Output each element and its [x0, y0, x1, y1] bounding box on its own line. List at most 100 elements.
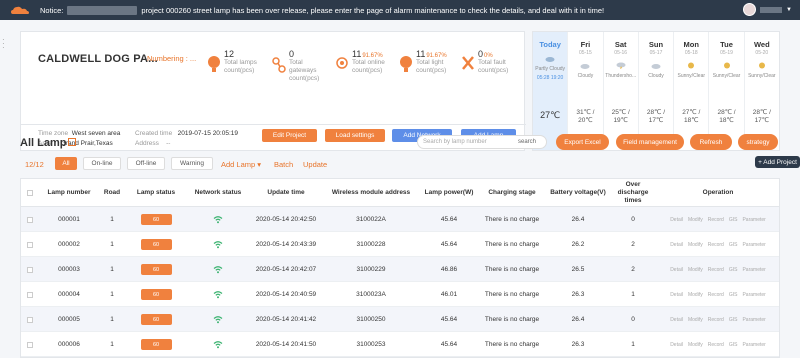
lamp-status-badge[interactable]: 60: [140, 314, 172, 325]
op-parameter-link[interactable]: Parameter: [742, 217, 765, 223]
lamp-status-badge[interactable]: 60: [140, 264, 172, 275]
road: 1: [110, 316, 114, 323]
lamp-status-badge[interactable]: 60: [140, 339, 172, 350]
op-gis-link[interactable]: GIS: [729, 267, 738, 273]
row-checkbox[interactable]: [21, 307, 39, 332]
op-detail-link[interactable]: Detail: [670, 292, 683, 298]
wireless-address: 31000250: [356, 316, 386, 323]
project-name: CALDWELL DOG PA...: [38, 53, 158, 65]
charging-stage: There is no charge: [484, 341, 540, 348]
strategy-button[interactable]: strategy: [738, 134, 778, 150]
op-modify-link[interactable]: Modify: [688, 217, 703, 223]
filter-warning[interactable]: Warning: [171, 157, 213, 170]
stat-value: 0: [289, 49, 295, 59]
op-gis-link[interactable]: GIS: [729, 217, 738, 223]
drag-handle-icon[interactable]: · · ·: [2, 36, 5, 52]
gateway-icon: [272, 57, 286, 73]
table-row[interactable]: 000006 1 60 2020-05-14 20:41:50 31000253 45.6…: [21, 332, 779, 357]
row-checkbox[interactable]: [21, 332, 39, 357]
add-lamp-dropdown[interactable]: Add Lamp ▾: [221, 160, 261, 169]
stat-label: count(pcs): [289, 75, 320, 82]
op-parameter-link[interactable]: Parameter: [742, 267, 765, 273]
stat-label: Total lamps: [224, 59, 257, 66]
refresh-button[interactable]: Refresh: [690, 134, 732, 150]
table-row[interactable]: 000003 1 60 2020-05-14 20:42:07 31000229 46.8…: [21, 257, 779, 282]
sunset: 19:20: [550, 75, 564, 81]
op-record-link[interactable]: Record: [708, 217, 724, 223]
lamp-status-badge[interactable]: 60: [140, 214, 172, 225]
row-checkbox[interactable]: [21, 257, 39, 282]
table-row[interactable]: 000004 1 60 2020-05-14 20:40:59 3100023A 46.0…: [21, 282, 779, 307]
op-detail-link[interactable]: Detail: [670, 317, 683, 323]
field-management-button[interactable]: Field management: [616, 134, 684, 150]
time-zone: Time zone West seven area: [38, 130, 120, 137]
battery-voltage: 26.3: [571, 291, 585, 298]
op-gis-link[interactable]: GIS: [729, 292, 738, 298]
op-detail-link[interactable]: Detail: [670, 242, 683, 248]
export-excel-button[interactable]: Export Excel: [556, 134, 609, 150]
notice-text[interactable]: project 000260 street lamp has been over…: [141, 6, 604, 15]
op-modify-link[interactable]: Modify: [688, 267, 703, 273]
add-project-tooltip[interactable]: + Add Project: [755, 156, 800, 168]
col-battery-voltage: Battery voltage(V): [550, 189, 606, 196]
filter-all[interactable]: All: [55, 157, 77, 170]
weather-day-today: Today Partly Cloudy 05:28 19:20 27℃: [533, 32, 569, 150]
stat-label: count(pcs): [352, 67, 383, 74]
stat-value: 11: [416, 49, 426, 59]
table-row[interactable]: 000005 1 60 2020-05-14 20:41:42 31000250 45.6…: [21, 307, 779, 332]
op-gis-link[interactable]: GIS: [729, 342, 738, 348]
op-modify-link[interactable]: Modify: [688, 342, 703, 348]
update-link[interactable]: Update: [303, 160, 327, 169]
meta-label: Address: [135, 140, 159, 147]
row-checkbox[interactable]: [21, 232, 39, 257]
op-detail-link[interactable]: Detail: [670, 342, 683, 348]
search-button[interactable]: search: [518, 139, 536, 145]
batch-link[interactable]: Batch: [274, 160, 293, 169]
day-temp: 31℃ / 20℃: [576, 109, 595, 124]
op-record-link[interactable]: Record: [708, 317, 724, 323]
op-parameter-link[interactable]: Parameter: [742, 292, 765, 298]
row-checkbox[interactable]: [21, 207, 39, 232]
lamp-number: 000003: [58, 266, 80, 273]
stat-total-lamps: 12 Total lamps count(pcs): [207, 49, 257, 77]
lamp-count: 12/12: [25, 160, 44, 169]
op-modify-link[interactable]: Modify: [688, 242, 703, 248]
logo-icon[interactable]: [0, 0, 40, 20]
op-modify-link[interactable]: Modify: [688, 317, 703, 323]
row-checkbox[interactable]: [21, 282, 39, 307]
col-operation: Operation: [702, 189, 734, 196]
op-modify-link[interactable]: Modify: [688, 292, 703, 298]
wifi-icon: [213, 266, 223, 274]
avatar[interactable]: [743, 3, 757, 16]
lamp-status-badge[interactable]: 60: [140, 289, 172, 300]
table-row[interactable]: 000001 1 60 2020-05-14 20:42:50 3100022A 45.6…: [21, 207, 779, 232]
load-settings-button[interactable]: Load settings: [325, 129, 385, 142]
op-parameter-link[interactable]: Parameter: [742, 242, 765, 248]
filter-online[interactable]: On-line: [83, 157, 121, 170]
op-gis-link[interactable]: GIS: [729, 242, 738, 248]
road: 1: [110, 241, 114, 248]
op-detail-link[interactable]: Detail: [670, 267, 683, 273]
square-icon[interactable]: [68, 138, 77, 147]
op-record-link[interactable]: Record: [708, 267, 724, 273]
filter-offline[interactable]: Off-line: [127, 157, 165, 170]
op-record-link[interactable]: Record: [708, 342, 724, 348]
search-input[interactable]: Search by lamp number search: [417, 135, 547, 149]
col-lamp-status: Lamp status: [136, 189, 176, 196]
edit-project-button[interactable]: Edit Project: [262, 129, 317, 142]
project-numbering: Numbering : ...: [147, 54, 197, 63]
select-all-checkbox[interactable]: [21, 179, 39, 207]
lamp-status-cell: 60: [125, 332, 187, 357]
op-record-link[interactable]: Record: [708, 292, 724, 298]
op-parameter-link[interactable]: Parameter: [742, 342, 765, 348]
op-detail-link[interactable]: Detail: [670, 217, 683, 223]
op-parameter-link[interactable]: Parameter: [742, 317, 765, 323]
col-charging-stage: Charging stage: [488, 189, 536, 196]
lamp-status-badge[interactable]: 60: [140, 239, 172, 250]
meta-label: Time zone: [38, 130, 69, 137]
table-row[interactable]: 000002 1 60 2020-05-14 20:43:39 31000228 45.6…: [21, 232, 779, 257]
op-gis-link[interactable]: GIS: [729, 317, 738, 323]
op-record-link[interactable]: Record: [708, 242, 724, 248]
chevron-down-icon[interactable]: ▼: [786, 7, 792, 13]
wrench-icon: [462, 56, 474, 70]
